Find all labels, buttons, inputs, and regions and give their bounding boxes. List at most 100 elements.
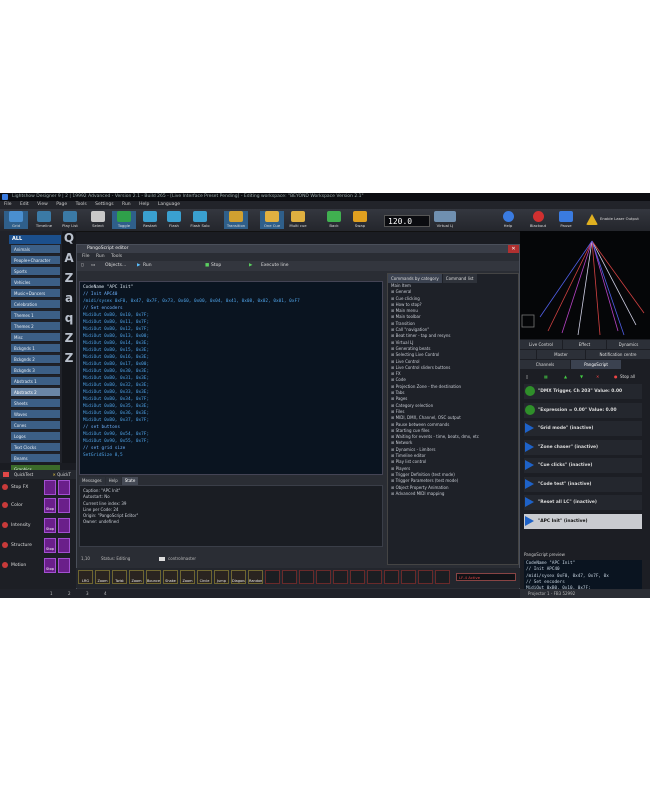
one-cue-button[interactable]: One Cue xyxy=(260,211,284,229)
up-arrow-icon[interactable]: ▲ xyxy=(564,372,567,382)
run-button[interactable]: Run xyxy=(143,261,152,271)
category-item[interactable]: Vehicles xyxy=(11,278,60,287)
virtual-lj-button[interactable]: Virtual LJ xyxy=(430,211,460,229)
category-item[interactable]: Abstracts 2 xyxy=(11,388,60,397)
tab-channels[interactable]: Channels xyxy=(520,360,570,369)
stop-fx-icon[interactable] xyxy=(2,484,8,490)
page-4[interactable]: 4 xyxy=(104,589,107,598)
effect-cue[interactable]: Zoom xyxy=(95,570,110,584)
tab-notification-centre[interactable]: Notification centre xyxy=(586,350,650,359)
empty-cue[interactable] xyxy=(350,570,365,584)
empty-cue[interactable] xyxy=(418,570,433,584)
tab-pangoscript[interactable]: PangoScript xyxy=(571,360,621,369)
category-item[interactable]: People+Character xyxy=(11,256,60,265)
tab-live-control[interactable]: Live Control xyxy=(520,340,562,349)
tab-master[interactable]: Master xyxy=(537,350,585,359)
pangoscript-item[interactable]: "Code test" (inactive) xyxy=(524,476,642,492)
new-script-icon[interactable]: ▯ xyxy=(526,372,528,382)
category-item[interactable]: Beams xyxy=(11,454,60,463)
execute-line-button[interactable]: Execute line xyxy=(261,261,289,271)
editor-menu-file[interactable]: File xyxy=(82,254,90,259)
menu-page[interactable]: Page xyxy=(56,202,67,207)
effect-cue[interactable]: Jump xyxy=(214,570,229,584)
pangoscript-item[interactable]: "APC Init" (inactive) xyxy=(524,513,642,529)
editor-menu-run[interactable]: Run xyxy=(96,254,105,259)
tab-effect[interactable]: Effect xyxy=(563,340,606,349)
tab-messages[interactable]: Messages xyxy=(79,477,105,485)
play-icon[interactable] xyxy=(525,423,534,433)
category-item[interactable]: Waves xyxy=(11,410,60,419)
page-3[interactable]: 3 xyxy=(86,589,89,598)
tab-command-list[interactable]: Command list xyxy=(442,274,477,283)
empty-cue[interactable] xyxy=(435,570,450,584)
category-item[interactable]: Logos xyxy=(11,432,60,441)
menu-run[interactable]: Run xyxy=(122,202,131,207)
effect-cue[interactable]: Shake xyxy=(163,570,178,584)
quicktest-cell[interactable] xyxy=(58,518,70,533)
tab-state[interactable]: State xyxy=(121,477,139,485)
category-item[interactable]: Abstracts 1 xyxy=(11,377,60,386)
quicktest-cell[interactable] xyxy=(58,498,70,513)
fx-cell[interactable] xyxy=(58,480,70,495)
empty-cue[interactable] xyxy=(282,570,297,584)
empty-cue[interactable] xyxy=(333,570,348,584)
tab-commands-by-category[interactable]: Commands by category xyxy=(388,274,442,283)
play-icon[interactable] xyxy=(525,441,534,452)
menu-settings[interactable]: Settings xyxy=(95,202,113,207)
effect-cue[interactable]: LRG Rainbow xyxy=(78,570,93,584)
menu-language[interactable]: Language xyxy=(158,202,180,207)
page-2[interactable]: 2 xyxy=(68,589,71,598)
play-icon[interactable] xyxy=(525,478,534,489)
menu-edit[interactable]: Edit xyxy=(20,202,29,207)
quicktest-cell[interactable]: Stop xyxy=(44,538,56,553)
code-editor[interactable]: CodeName "APC Init" // Init APC40/midi/sy… xyxy=(79,281,383,475)
quicktest-cell[interactable] xyxy=(58,558,70,573)
category-item[interactable]: Misc xyxy=(11,333,60,342)
transition-button[interactable]: Transition xyxy=(224,211,248,229)
flash-solo-button[interactable]: Flash Solo xyxy=(188,211,212,229)
editor-menu-tools[interactable]: Tools xyxy=(111,254,122,259)
swap-button[interactable]: Swap xyxy=(348,211,372,229)
category-item[interactable]: Text Clocks xyxy=(11,443,60,452)
copy-icon[interactable]: ▦ xyxy=(544,372,548,382)
tab-quicktest[interactable]: QuickTest xyxy=(14,472,33,477)
stop-fx-button[interactable]: Stop FX xyxy=(11,480,28,495)
pangoscript-item[interactable]: "Cue clicks" (inactive) xyxy=(524,458,642,473)
running-icon[interactable] xyxy=(525,404,535,415)
timeline-button[interactable]: Timeline xyxy=(32,211,56,229)
enable-laser-output-button[interactable]: Enable Laser Output xyxy=(584,211,648,229)
pangoscript-item[interactable]: "Grid mode" (inactive) xyxy=(524,421,642,436)
help-button[interactable]: Help xyxy=(496,211,520,229)
stop-icon[interactable] xyxy=(2,502,8,508)
play-icon[interactable] xyxy=(525,460,534,470)
category-item[interactable]: Animals xyxy=(11,245,60,254)
pangoscript-item[interactable]: "Zone chaser" (inactive) xyxy=(524,439,642,455)
fx-cell[interactable] xyxy=(44,480,56,495)
category-item[interactable]: Themes 1 xyxy=(11,311,60,320)
command-category[interactable]: ⊞ Advanced MIDI mapping xyxy=(388,491,518,497)
category-item[interactable]: Themes 2 xyxy=(11,322,60,331)
empty-cue[interactable] xyxy=(401,570,416,584)
effect-cue[interactable]: Zoom xyxy=(129,570,144,584)
back-button[interactable]: Back xyxy=(322,211,346,229)
quicktest-cell[interactable]: Stop xyxy=(44,558,56,573)
tab-help[interactable]: Help xyxy=(105,477,121,485)
pangoscript-item[interactable]: "DMX Trigger, Ch 203" Value: 0.00 xyxy=(524,384,642,399)
category-item[interactable]: Bckgnds 2 xyxy=(11,355,60,364)
select-button[interactable]: Select xyxy=(86,211,110,229)
page-1[interactable]: 1 xyxy=(50,589,53,598)
empty-cue[interactable] xyxy=(265,570,280,584)
open-folder-icon[interactable]: ▭ xyxy=(91,261,95,271)
bpm-display[interactable]: 120.0 xyxy=(384,215,430,227)
toggle-button[interactable]: Toggle xyxy=(112,211,136,229)
play-icon[interactable] xyxy=(525,497,534,507)
flash-button[interactable]: Flash xyxy=(162,211,186,229)
category-item[interactable]: Celebration xyxy=(11,300,60,309)
menu-view[interactable]: View xyxy=(37,202,48,207)
stop-icon[interactable] xyxy=(2,562,8,568)
category-all[interactable]: ALL xyxy=(9,235,61,244)
empty-cue[interactable] xyxy=(316,570,331,584)
stop-all-button[interactable]: Stop all xyxy=(620,372,635,382)
category-item[interactable]: Music+Dancers xyxy=(11,289,60,298)
effect-cue[interactable]: Zoom Thru xyxy=(180,570,195,584)
